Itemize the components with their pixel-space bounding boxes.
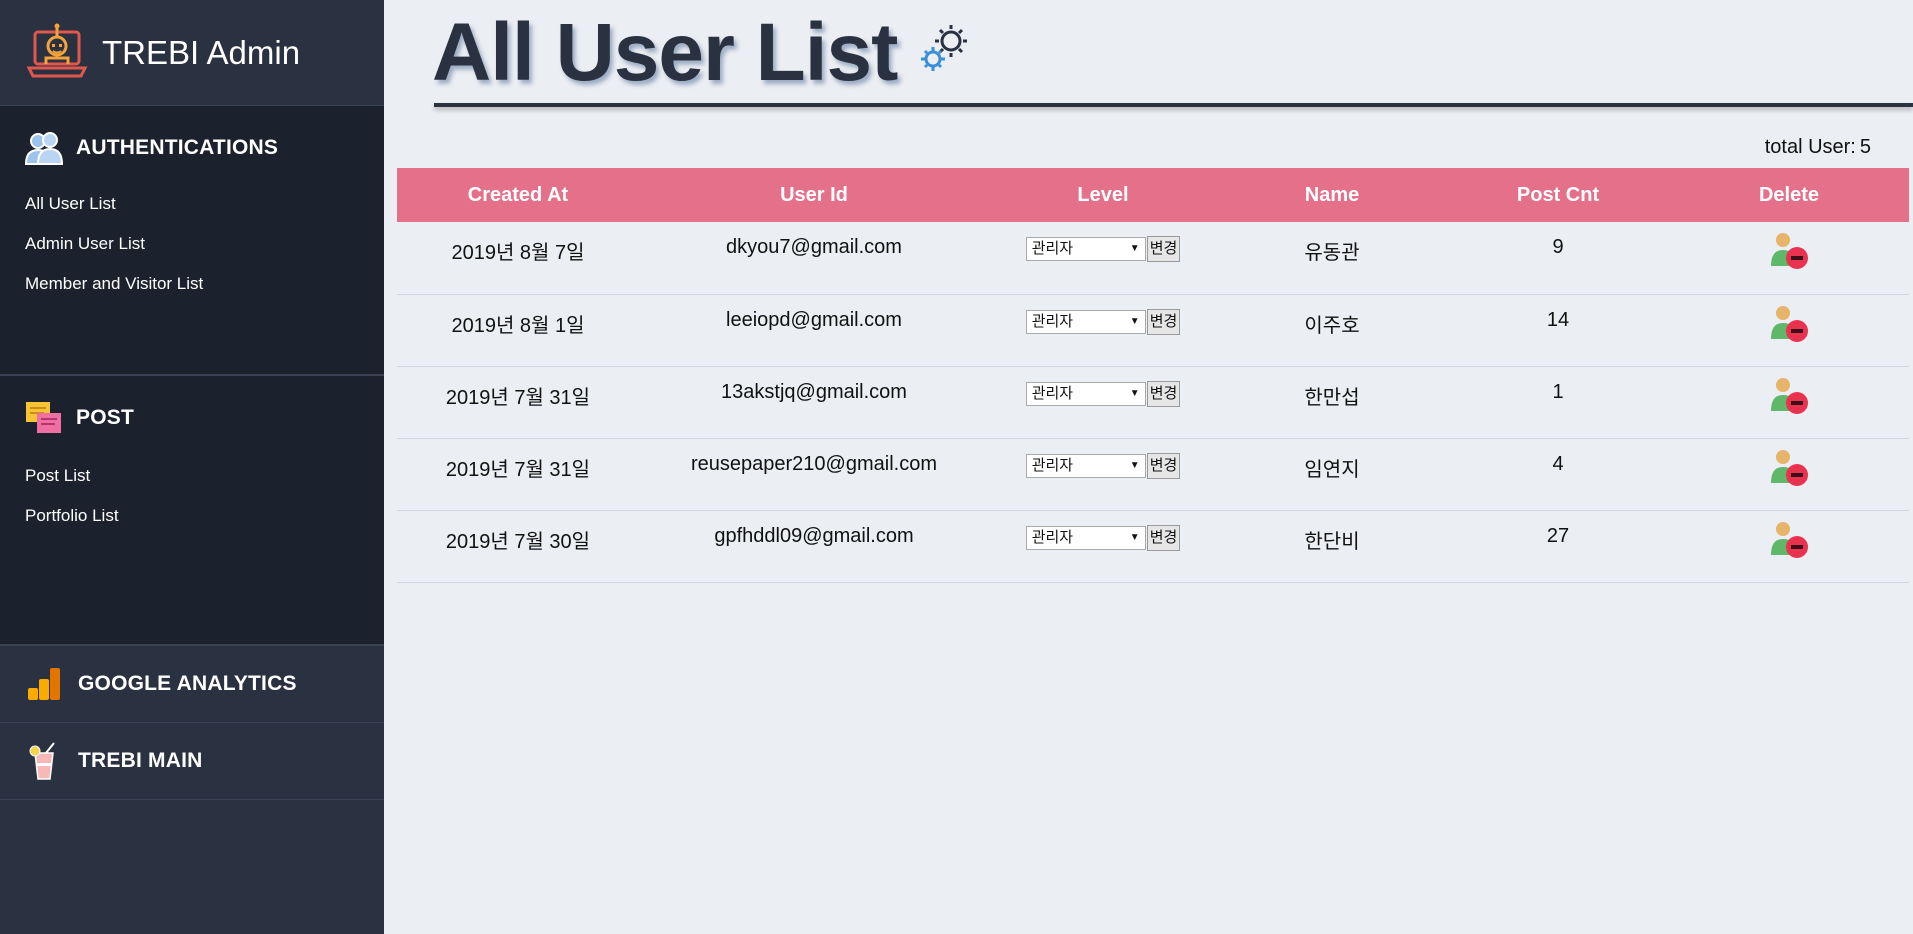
delete-user-icon[interactable] xyxy=(1768,519,1810,561)
title-underline xyxy=(434,103,1913,107)
level-select[interactable]: 관리자 xyxy=(1025,525,1146,550)
cell-delete xyxy=(1669,294,1909,367)
cell-created-at: 2019년 8월 7일 xyxy=(397,222,639,295)
col-post-cnt: Post Cnt xyxy=(1516,183,1600,206)
cell-delete xyxy=(1669,510,1909,583)
cell-level: 관리자 변경 xyxy=(989,438,1217,511)
sidebar-item-admin-user-list[interactable]: Admin User List xyxy=(0,224,384,264)
sidebar-item-trebi-main[interactable]: TREBI MAIN xyxy=(0,723,384,800)
cell-level: 관리자 변경 xyxy=(989,294,1217,367)
level-select[interactable]: 관리자 xyxy=(1025,309,1146,334)
sidebar-item-member-visitor-list[interactable]: Member and Visitor List xyxy=(0,264,384,304)
analytics-bars-icon xyxy=(28,668,60,700)
cell-delete xyxy=(1669,438,1909,511)
table-header-row: Created At User Id Level Name Post Cnt D… xyxy=(397,168,1909,222)
auth-section: AUTHENTICATIONS All User List Admin User… xyxy=(0,106,384,376)
level-change-button[interactable]: 변경 xyxy=(1146,452,1181,479)
delete-user-icon[interactable] xyxy=(1768,230,1810,272)
cell-user-id: 13akstjq@gmail.com xyxy=(639,366,989,439)
cell-user-id: leeiopd@gmail.com xyxy=(639,294,989,367)
post-section: POST Post List Portfolio List xyxy=(0,376,384,646)
level-change-button[interactable]: 변경 xyxy=(1146,308,1181,335)
sidebar: TREBI Admin AUTHENTICATIONS All User Lis… xyxy=(0,0,384,934)
sticky-notes-icon xyxy=(26,402,61,433)
cell-created-at: 2019년 7월 31일 xyxy=(397,438,639,511)
trebi-main-title: TREBI MAIN xyxy=(78,749,203,772)
delete-user-icon[interactable] xyxy=(1768,375,1810,417)
sidebar-item-portfolio-list[interactable]: Portfolio List xyxy=(0,496,384,536)
total-users: total User: 5 xyxy=(1761,136,1871,159)
sidebar-item-all-user-list[interactable]: All User List xyxy=(0,184,384,224)
brand[interactable]: TREBI Admin xyxy=(0,0,384,106)
cell-user-id: gpfhddl09@gmail.com xyxy=(639,510,989,583)
cell-created-at: 2019년 7월 30일 xyxy=(397,510,639,583)
cell-user-id: reusepaper210@gmail.com xyxy=(639,438,989,511)
cell-level: 관리자 변경 xyxy=(989,510,1217,583)
cell-created-at: 2019년 8월 1일 xyxy=(397,294,639,367)
col-level: Level xyxy=(1077,183,1129,206)
cell-name: 한만섭 xyxy=(1217,366,1447,439)
auth-title: AUTHENTICATIONS xyxy=(76,136,279,159)
level-change-button[interactable]: 변경 xyxy=(1146,236,1181,262)
col-created-at: Created At xyxy=(467,183,569,206)
main-content: All User List total User: 5 Created At Us… xyxy=(384,0,1913,934)
cell-post-cnt: 14 xyxy=(1447,294,1669,367)
col-name: Name xyxy=(1304,183,1360,206)
sidebar-item-google-analytics[interactable]: GOOGLE ANALYTICS xyxy=(0,646,384,723)
page-title: All User List xyxy=(432,7,898,98)
users-icon xyxy=(24,132,64,165)
table-row: 2019년 8월 1일 leeiopd@gmail.com 관리자 변경 이주호… xyxy=(397,294,1909,367)
table-row: 2019년 8월 7일 dkyou7@gmail.com 관리자 변경 유동관 … xyxy=(397,222,1909,295)
level-select[interactable]: 관리자 xyxy=(1025,237,1146,261)
cell-post-cnt: 9 xyxy=(1447,222,1669,295)
cell-level: 관리자 변경 xyxy=(989,366,1217,439)
post-header[interactable]: POST xyxy=(0,376,384,438)
page-header: All User List xyxy=(432,6,975,100)
cell-name: 임연지 xyxy=(1217,438,1447,511)
auth-header[interactable]: AUTHENTICATIONS xyxy=(0,106,384,168)
users-table: Created At User Id Level Name Post Cnt D… xyxy=(397,168,1909,583)
delete-user-icon[interactable] xyxy=(1768,303,1810,345)
cell-post-cnt: 27 xyxy=(1447,510,1669,583)
table-row: 2019년 7월 31일 reusepaper210@gmail.com 관리자… xyxy=(397,438,1909,511)
col-user-id: User Id xyxy=(780,183,848,206)
cell-post-cnt: 4 xyxy=(1447,438,1669,511)
brand-title: TREBI Admin xyxy=(102,33,301,71)
post-title: POST xyxy=(76,406,134,429)
table-row: 2019년 7월 31일 13akstjq@gmail.com 관리자 변경 한… xyxy=(397,366,1909,439)
cell-delete xyxy=(1669,222,1909,295)
level-change-button[interactable]: 변경 xyxy=(1146,524,1181,551)
col-delete: Delete xyxy=(1758,183,1820,206)
total-value: 5 xyxy=(1859,136,1871,158)
drink-icon xyxy=(29,742,55,780)
gears-icon xyxy=(921,25,968,71)
cell-created-at: 2019년 7월 31일 xyxy=(397,366,639,439)
level-change-button[interactable]: 변경 xyxy=(1146,380,1181,407)
cell-delete xyxy=(1669,366,1909,439)
table-row: 2019년 7월 30일 gpfhddl09@gmail.com 관리자 변경 … xyxy=(397,510,1909,583)
cell-name: 한단비 xyxy=(1217,510,1447,583)
level-select[interactable]: 관리자 xyxy=(1025,453,1146,478)
robot-laptop-logo-icon xyxy=(26,23,88,77)
cell-level: 관리자 변경 xyxy=(989,222,1217,295)
level-select[interactable]: 관리자 xyxy=(1025,381,1146,406)
delete-user-icon[interactable] xyxy=(1768,447,1810,489)
cell-name: 이주호 xyxy=(1217,294,1447,367)
total-label: total User: xyxy=(1764,136,1856,158)
sidebar-item-post-list[interactable]: Post List xyxy=(0,456,384,496)
cell-post-cnt: 1 xyxy=(1447,366,1669,439)
analytics-title: GOOGLE ANALYTICS xyxy=(78,672,297,695)
cell-name: 유동관 xyxy=(1217,222,1447,295)
cell-user-id: dkyou7@gmail.com xyxy=(639,222,989,295)
